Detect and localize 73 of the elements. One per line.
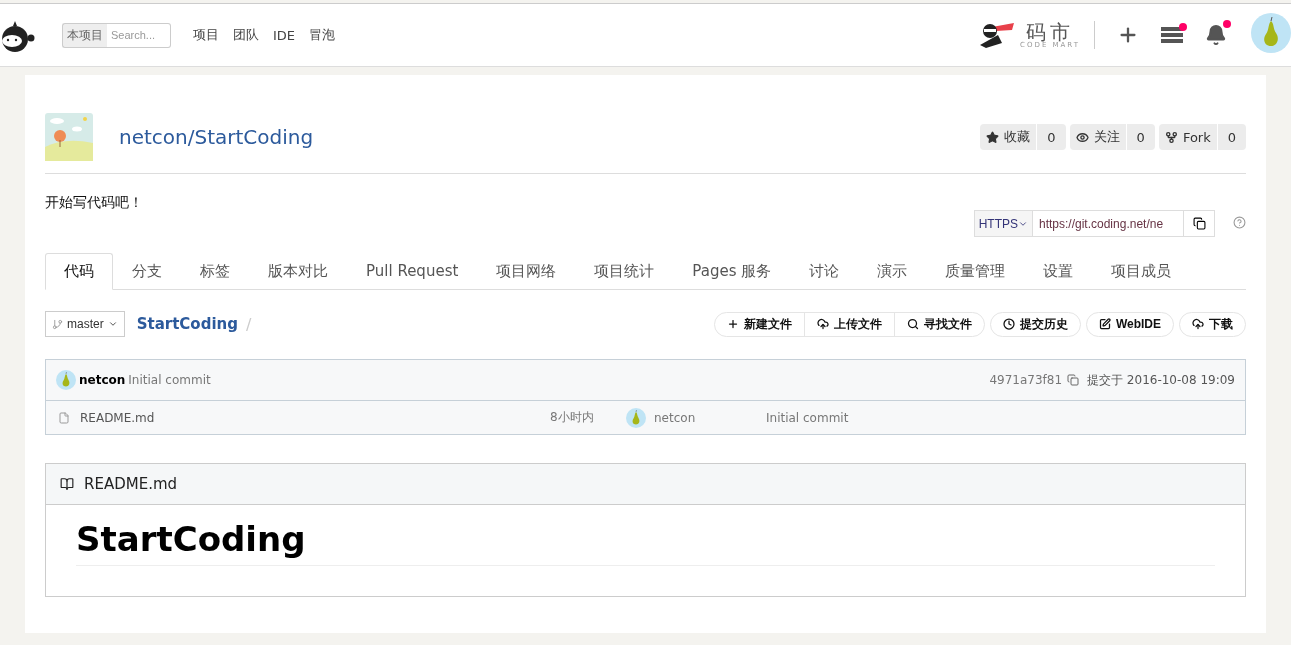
ninja-logo-icon	[978, 21, 1017, 49]
file-action-button[interactable]: WebIDE	[1086, 312, 1173, 336]
path-separator: /	[245, 314, 252, 334]
search-icon	[906, 318, 919, 330]
file-action-button[interactable]: 寻找文件	[893, 312, 984, 336]
file-icon	[58, 411, 70, 424]
eye-icon	[1075, 130, 1089, 144]
avatar-icon	[1251, 13, 1291, 53]
project-description: 开始写代码吧！	[45, 194, 143, 212]
file-name[interactable]: README.md	[80, 410, 550, 425]
file-age: 8小时内	[550, 409, 595, 426]
avatar-icon	[626, 407, 646, 428]
brand-name: 码市	[1026, 21, 1075, 42]
tab[interactable]: Pages 服务	[673, 253, 791, 290]
fork-counter[interactable]: Fork 0	[1158, 124, 1246, 150]
nav-link[interactable]: IDE	[273, 27, 296, 43]
tab[interactable]: 代码	[45, 253, 113, 290]
book-icon	[60, 477, 74, 491]
tab[interactable]: 标签	[181, 253, 249, 290]
list-icon	[1161, 27, 1183, 43]
readme-heading: StartCoding	[76, 505, 1215, 566]
branch-icon	[52, 318, 63, 330]
help-icon[interactable]	[1233, 216, 1246, 229]
cloud-icon	[816, 318, 829, 330]
tab[interactable]: 项目网络	[477, 253, 576, 290]
tab[interactable]: 设置	[1024, 253, 1093, 290]
star-icon	[986, 130, 1000, 144]
avatar-icon	[56, 370, 76, 390]
commit-message: Initial commit	[128, 373, 211, 387]
tab[interactable]: 项目成员	[1092, 253, 1191, 290]
nav-link[interactable]: 团队	[233, 26, 259, 44]
bell-icon	[1205, 24, 1227, 46]
commit-author[interactable]: netcon	[79, 373, 126, 387]
protocol-dropdown[interactable]: HTTPS	[973, 210, 1033, 237]
tab[interactable]: 版本对比	[249, 253, 347, 290]
tab[interactable]: 讨论	[790, 253, 859, 290]
eye-counter[interactable]: 关注 0	[1069, 124, 1155, 150]
nav-link[interactable]: 冒泡	[309, 26, 336, 44]
plus-icon	[726, 318, 739, 330]
tab[interactable]: 项目统计	[575, 253, 674, 290]
clock-icon	[1002, 318, 1015, 330]
file-action-button[interactable]: 新建文件	[714, 312, 804, 336]
file-author: netcon	[654, 410, 697, 425]
readme-title: README.md	[84, 475, 178, 493]
counter-label: 收藏	[1004, 128, 1031, 146]
counter-count: 0	[1046, 129, 1057, 145]
cloud-icon	[1192, 318, 1204, 330]
project-title[interactable]: netcon/StartCoding	[119, 125, 314, 149]
file-commit-message: Initial commit	[766, 410, 849, 425]
counter-label: 关注	[1093, 128, 1120, 146]
nav-link[interactable]: 项目	[193, 26, 219, 44]
edit-icon	[1098, 318, 1111, 330]
branch-dropdown[interactable]: master	[45, 311, 125, 337]
commit-time: 提交于 2016-10-08 19:09	[1087, 371, 1235, 389]
commit-hash[interactable]: 4971a73f81	[989, 373, 1063, 387]
tab[interactable]: Pull Request	[347, 253, 478, 290]
tab[interactable]: 分支	[113, 253, 181, 290]
caret-icon	[107, 319, 118, 329]
file-action-button[interactable]: 提交历史	[990, 312, 1080, 336]
copy-icon	[1192, 217, 1206, 230]
counter-count: 0	[1135, 129, 1146, 145]
tab[interactable]: 演示	[858, 253, 927, 290]
repo-link[interactable]: StartCoding	[136, 315, 238, 333]
copy-icon[interactable]	[1067, 374, 1080, 386]
counter-label: Fork	[1182, 129, 1211, 145]
file-action-button[interactable]: 上传文件	[803, 312, 894, 336]
fork-icon	[1164, 130, 1178, 144]
copy-button[interactable]	[1183, 210, 1215, 237]
star-counter[interactable]: 收藏 0	[980, 124, 1066, 150]
file-action-button[interactable]: 下载	[1180, 312, 1245, 336]
clone-url-field[interactable]: https://git.coding.net/ne	[1033, 210, 1183, 237]
counter-count: 0	[1226, 129, 1237, 145]
tab[interactable]: 质量管理	[926, 253, 1025, 290]
